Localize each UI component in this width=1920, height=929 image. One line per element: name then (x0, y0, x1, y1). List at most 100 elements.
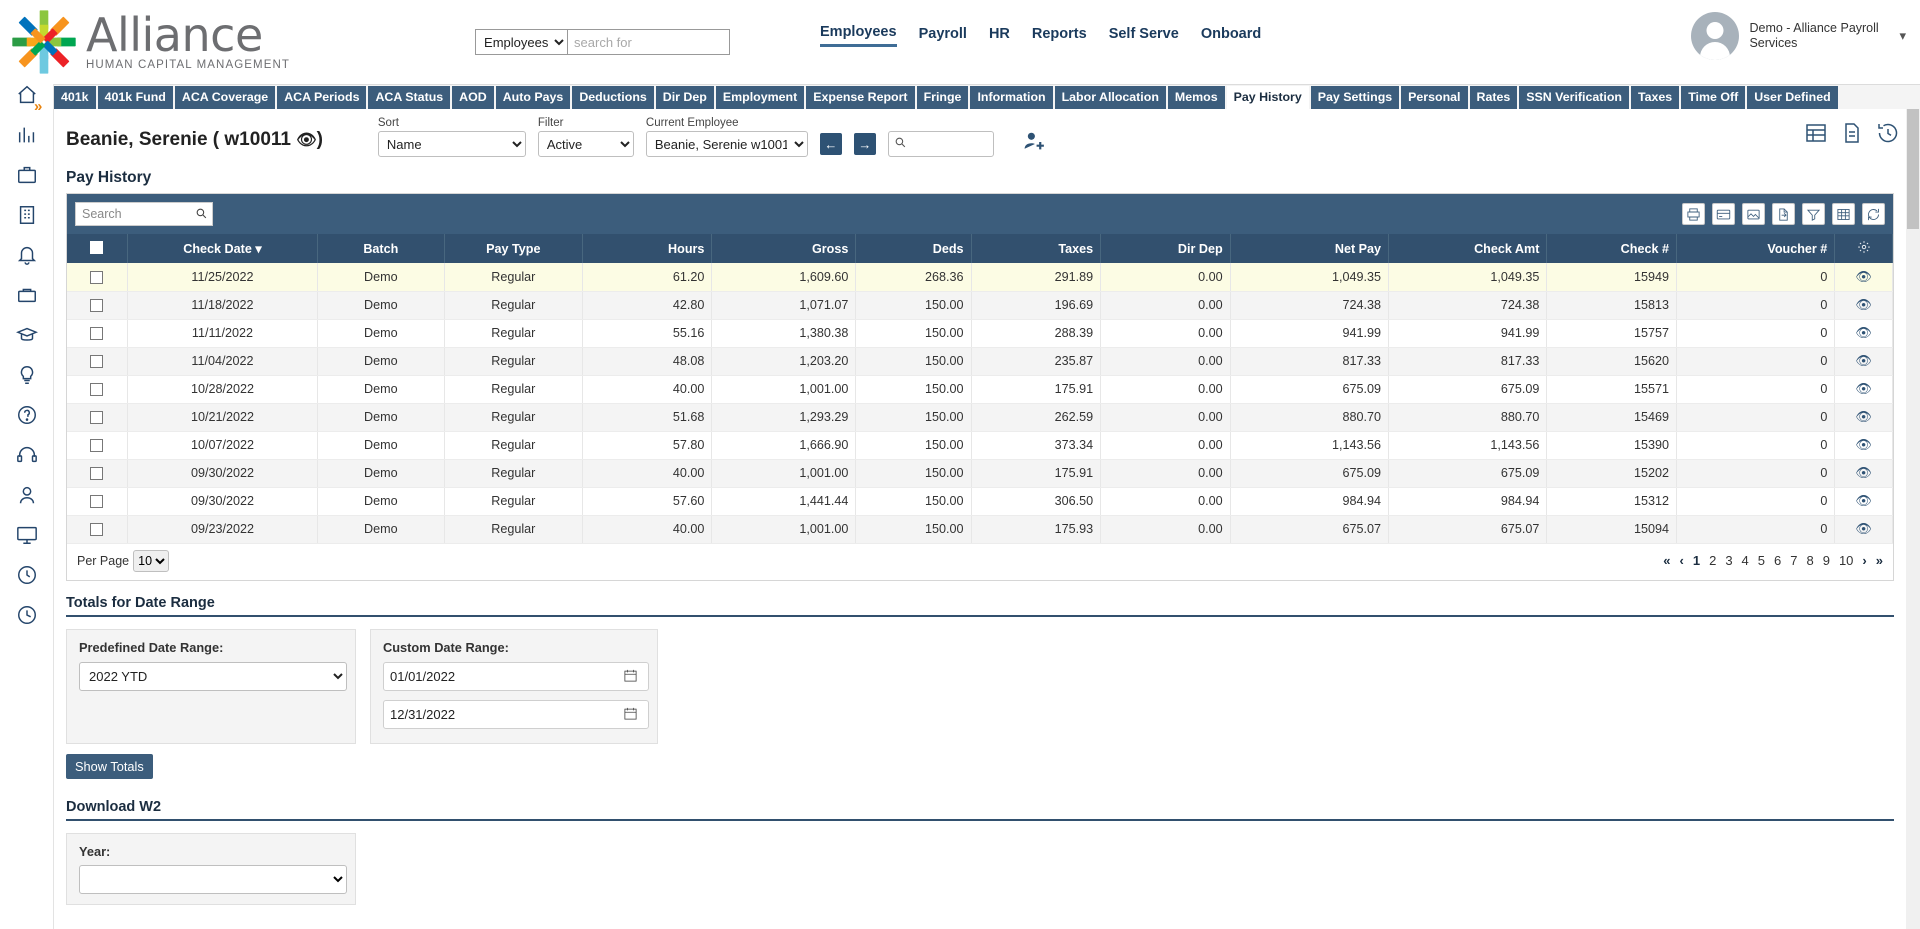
eye-icon[interactable]: 👁 (1855, 521, 1872, 536)
export-image-icon[interactable] (1742, 203, 1765, 225)
checkbox-icon[interactable] (90, 355, 104, 369)
help-icon[interactable] (14, 402, 40, 428)
clock-icon[interactable] (14, 562, 40, 588)
tab-personal[interactable]: Personal (1401, 86, 1468, 109)
eye-icon[interactable]: 👁 (296, 132, 316, 149)
eye-icon[interactable]: 👁 (1855, 325, 1872, 340)
tab-labor-allocation[interactable]: Labor Allocation (1054, 86, 1166, 109)
user-menu[interactable]: Demo - Alliance Payroll Services ▾ (1691, 12, 1906, 60)
per-page-select[interactable]: 10 (133, 549, 170, 572)
row-checkbox[interactable] (67, 515, 128, 544)
checkbox-icon[interactable] (90, 523, 104, 537)
pager-page-3[interactable]: 3 (1725, 553, 1732, 568)
pagination[interactable]: « ‹ 1 2 3 4 5 6 7 8 9 10 › » (1663, 553, 1883, 568)
col-header-voucher-num[interactable]: Voucher # (1676, 234, 1836, 263)
eye-icon[interactable]: 👁 (1855, 493, 1872, 508)
row-checkbox[interactable] (67, 263, 128, 292)
page-scrollbar[interactable] (1906, 109, 1920, 929)
eye-icon[interactable]: 👁 (1855, 269, 1872, 284)
tab-aod[interactable]: AOD (452, 86, 494, 109)
table-row[interactable]: 09/23/2022 Demo Regular 40.00 1,001.00 150.00… (67, 515, 1893, 544)
calendar-icon[interactable] (623, 706, 638, 724)
select-all-checkbox[interactable] (67, 234, 128, 263)
tab-deductions[interactable]: Deductions (572, 86, 654, 109)
col-header-hours[interactable]: Hours (582, 234, 713, 263)
table-row[interactable]: 10/28/2022 Demo Regular 40.00 1,001.00 150.00… (67, 375, 1893, 404)
grid-search[interactable] (75, 202, 213, 226)
graduation-icon[interactable] (14, 322, 40, 348)
grid-tool-icons[interactable] (1682, 203, 1885, 225)
row-view-button[interactable]: 👁 (1834, 291, 1893, 320)
eye-icon[interactable]: 👁 (1855, 353, 1872, 368)
tab-taxes[interactable]: Taxes (1630, 86, 1680, 109)
history-view-icon[interactable] (1876, 121, 1900, 148)
pager-page-10[interactable]: 10 (1839, 553, 1853, 568)
tab-memos[interactable]: Memos (1167, 86, 1225, 109)
nav-onboard[interactable]: Onboard (1201, 26, 1261, 46)
show-totals-button[interactable]: Show Totals (66, 753, 153, 779)
nav-reports[interactable]: Reports (1032, 26, 1087, 46)
table-row[interactable]: 10/07/2022 Demo Regular 57.80 1,666.90 150.00… (67, 431, 1893, 460)
checkbox-icon[interactable] (90, 383, 104, 397)
tab-401k-fund[interactable]: 401k Fund (97, 86, 173, 109)
row-view-button[interactable]: 👁 (1834, 515, 1893, 544)
row-view-button[interactable]: 👁 (1834, 375, 1893, 404)
col-header-check-date[interactable]: Check Date ▾ (127, 234, 318, 263)
toolbox-icon[interactable] (14, 282, 40, 308)
tab-ssn-verification[interactable]: SSN Verification (1519, 86, 1629, 109)
eye-icon[interactable]: 👁 (1855, 465, 1872, 480)
table-row[interactable]: 09/30/2022 Demo Regular 40.00 1,001.00 150.00… (67, 459, 1893, 488)
user-icon[interactable] (14, 482, 40, 508)
employee-search-input[interactable] (887, 131, 994, 157)
pager-next[interactable]: › (1862, 553, 1866, 568)
global-search[interactable]: Employees (475, 29, 731, 55)
bell-icon[interactable] (14, 242, 40, 268)
entity-tab-strip[interactable]: 401k 401k Fund ACA Coverage ACA Periods ACA … (0, 84, 1920, 109)
pager-prev[interactable]: ‹ (1680, 553, 1684, 568)
pager-page-2[interactable]: 2 (1709, 553, 1716, 568)
sort-control[interactable]: Sort Name (377, 117, 526, 157)
monitor-icon[interactable] (14, 522, 40, 548)
nav-self-serve[interactable]: Self Serve (1109, 26, 1179, 46)
document-view-icon[interactable] (1840, 121, 1864, 148)
current-employee-select[interactable]: Beanie, Serenie w10011 (645, 131, 808, 157)
checkbox-icon[interactable] (90, 327, 104, 341)
tab-employment[interactable]: Employment (715, 86, 805, 109)
filter-control[interactable]: Filter Active (537, 117, 634, 157)
refresh-icon[interactable] (1862, 203, 1885, 225)
row-checkbox[interactable] (67, 291, 128, 320)
w2-year-select[interactable] (79, 864, 347, 894)
table-row[interactable]: 11/04/2022 Demo Regular 48.08 1,203.20 150.00… (67, 347, 1893, 376)
pager-last[interactable]: » (1876, 553, 1883, 568)
prev-employee-button[interactable]: ← (819, 133, 842, 155)
col-header-gross[interactable]: Gross (711, 234, 857, 263)
col-header-check-amt[interactable]: Check Amt (1388, 234, 1548, 263)
row-view-button[interactable]: 👁 (1834, 319, 1893, 348)
employee-controls[interactable]: Sort Name Filter Active Current Employee… (377, 117, 1047, 157)
date-from-field[interactable] (383, 661, 649, 691)
sidebar-expand-icon[interactable]: » (34, 98, 42, 115)
col-header-batch[interactable]: Batch (317, 234, 445, 263)
pager-page-7[interactable]: 7 (1790, 553, 1797, 568)
global-search-input[interactable] (567, 29, 731, 55)
column-settings-gear[interactable] (1834, 234, 1893, 263)
pager-page-8[interactable]: 8 (1806, 553, 1813, 568)
date-from-input[interactable] (383, 661, 649, 691)
export-file-icon[interactable] (1772, 203, 1795, 225)
tab-expense-report[interactable]: Expense Report (806, 86, 915, 109)
row-view-button[interactable]: 👁 (1834, 263, 1893, 292)
table-row[interactable]: 11/25/2022 Demo Regular 61.20 1,609.60 268.36… (67, 263, 1893, 292)
table-row[interactable]: 11/11/2022 Demo Regular 55.16 1,380.38 150.00… (67, 319, 1893, 348)
filter-select[interactable]: Active (537, 131, 634, 157)
grid-view-icon[interactable] (1804, 121, 1828, 148)
pager-page-5[interactable]: 5 (1758, 553, 1765, 568)
view-mode-icons[interactable] (1804, 121, 1900, 148)
date-to-field[interactable] (383, 699, 649, 729)
checkbox-icon[interactable] (90, 467, 104, 481)
checkbox-icon[interactable] (90, 240, 104, 254)
tab-rates[interactable]: Rates (1469, 86, 1518, 109)
pager-page-4[interactable]: 4 (1742, 553, 1749, 568)
scrollbar-thumb[interactable] (1907, 109, 1919, 229)
row-checkbox[interactable] (67, 459, 128, 488)
tab-user-defined[interactable]: User Defined (1747, 86, 1838, 109)
